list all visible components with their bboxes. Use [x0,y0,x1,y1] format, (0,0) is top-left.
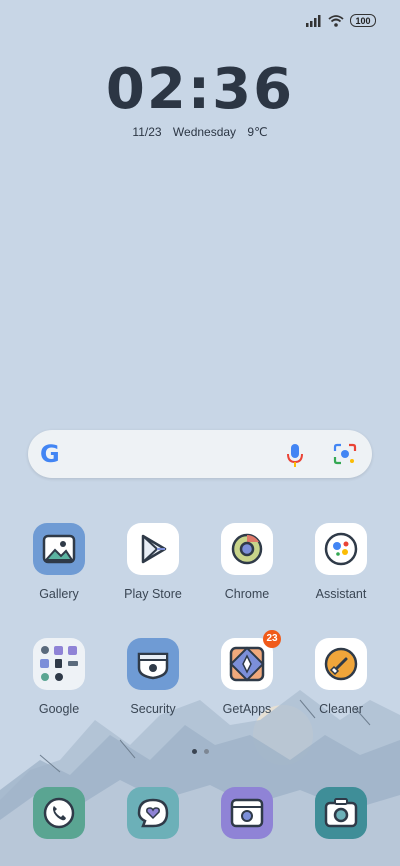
mic-icon[interactable] [284,442,306,468]
google-search-bar[interactable]: G [28,430,372,478]
weekday-text: Wednesday [172,125,237,139]
wifi-icon [328,14,344,27]
app-label: Chrome [224,587,270,601]
app-label: Security [130,702,176,716]
gallery-icon[interactable] [33,523,85,575]
app-google-folder[interactable]: Google [19,638,99,716]
camera-icon[interactable] [315,787,367,839]
app-gallery[interactable]: Gallery [19,523,99,601]
date-text: 11/23 [132,125,162,139]
app-label: GetApps [222,702,272,716]
google-logo: G [40,440,60,468]
app-cleaner[interactable]: Cleaner [301,638,381,716]
page-indicator[interactable] [0,749,400,754]
app-security[interactable]: Security [113,638,193,716]
app-label: Cleaner [319,702,363,716]
cleaner-icon[interactable] [315,638,367,690]
app-label: Assistant [315,587,367,601]
clock-time[interactable]: 02:36 [0,62,400,118]
messages-icon[interactable] [127,787,179,839]
phone-icon[interactable] [33,787,85,839]
battery-indicator: 100 [350,14,376,27]
app-getapps[interactable]: 23 GetApps [207,630,287,716]
chrome-icon[interactable] [221,523,273,575]
date-row: 11/23 Wednesday 9℃ [0,125,400,139]
page-dot [203,749,209,754]
app-play-store[interactable]: Play Store [113,523,193,601]
play-store-icon[interactable] [127,523,179,575]
app-label: Play Store [124,587,182,601]
page-dot-active [191,749,197,754]
app-assistant[interactable]: Assistant [301,523,381,601]
security-icon[interactable] [127,638,179,690]
app-label: Gallery [39,587,79,601]
lens-icon[interactable] [333,443,357,465]
google-folder-icon[interactable] [33,638,85,690]
temperature-text: 9℃ [247,125,268,139]
getapps-icon[interactable]: 23 [221,630,281,690]
assistant-icon[interactable] [315,523,367,575]
status-bar: 100 [306,14,376,27]
app-label: Google [38,702,80,716]
notification-badge: 23 [263,630,281,648]
signal-icon [306,14,321,27]
app-chrome[interactable]: Chrome [207,523,287,601]
browser-icon[interactable] [221,787,273,839]
